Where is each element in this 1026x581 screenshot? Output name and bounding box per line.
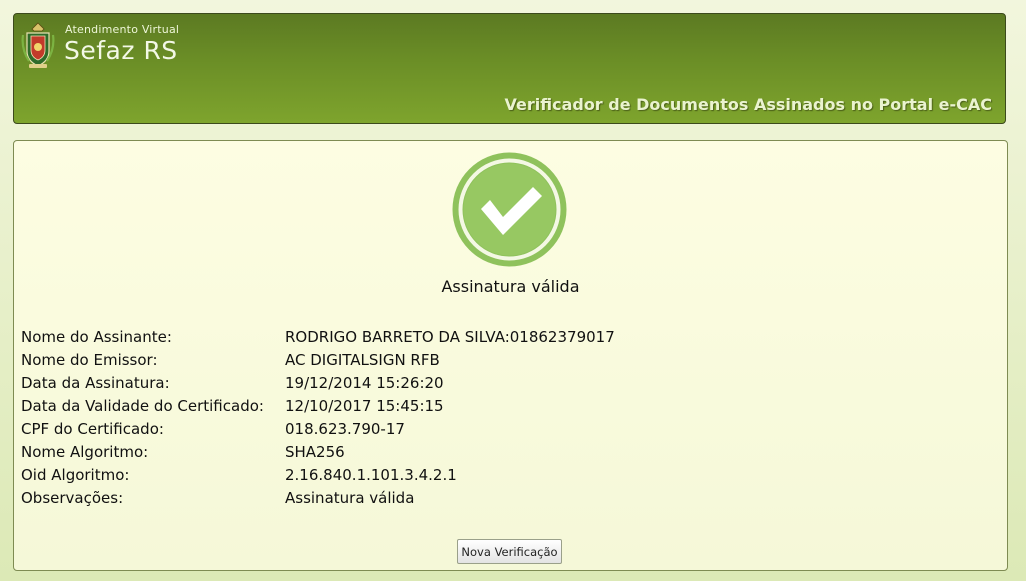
detail-value: 018.623.790-17 bbox=[285, 420, 405, 438]
detail-value: 12/10/2017 15:45:15 bbox=[285, 397, 444, 415]
detail-value: Assinatura válida bbox=[285, 489, 415, 507]
detail-value: 19/12/2014 15:26:20 bbox=[285, 374, 444, 392]
detail-value: SHA256 bbox=[285, 443, 345, 461]
brand-tagline: Atendimento Virtual bbox=[65, 23, 180, 36]
detail-label: Observações: bbox=[21, 489, 124, 507]
result-panel: Assinatura válida Nome do Assinante: ROD… bbox=[13, 140, 1008, 571]
detail-label: CPF do Certificado: bbox=[21, 420, 164, 438]
brand-name: Sefaz RS bbox=[64, 36, 178, 65]
detail-value: RODRIGO BARRETO DA SILVA:01862379017 bbox=[285, 328, 615, 346]
detail-value: 2.16.840.1.101.3.4.2.1 bbox=[285, 466, 457, 484]
detail-label: Nome do Assinante: bbox=[21, 328, 172, 346]
status-title: Assinatura válida bbox=[441, 277, 580, 296]
new-verification-button[interactable]: Nova Verificação bbox=[457, 539, 562, 564]
coat-of-arms-logo bbox=[21, 22, 55, 68]
detail-label: Nome Algoritmo: bbox=[21, 443, 149, 461]
header-banner: Atendimento Virtual Sefaz RS Verificador… bbox=[13, 13, 1006, 124]
detail-label: Nome do Emissor: bbox=[21, 351, 158, 369]
page-subtitle: Verificador de Documentos Assinados no P… bbox=[504, 95, 992, 114]
detail-label: Oid Algoritmo: bbox=[21, 466, 130, 484]
detail-value: AC DIGITALSIGN RFB bbox=[285, 351, 440, 369]
check-circle-icon bbox=[452, 152, 567, 267]
detail-label: Data da Validade do Certificado: bbox=[21, 397, 264, 415]
detail-label: Data da Assinatura: bbox=[21, 374, 170, 392]
